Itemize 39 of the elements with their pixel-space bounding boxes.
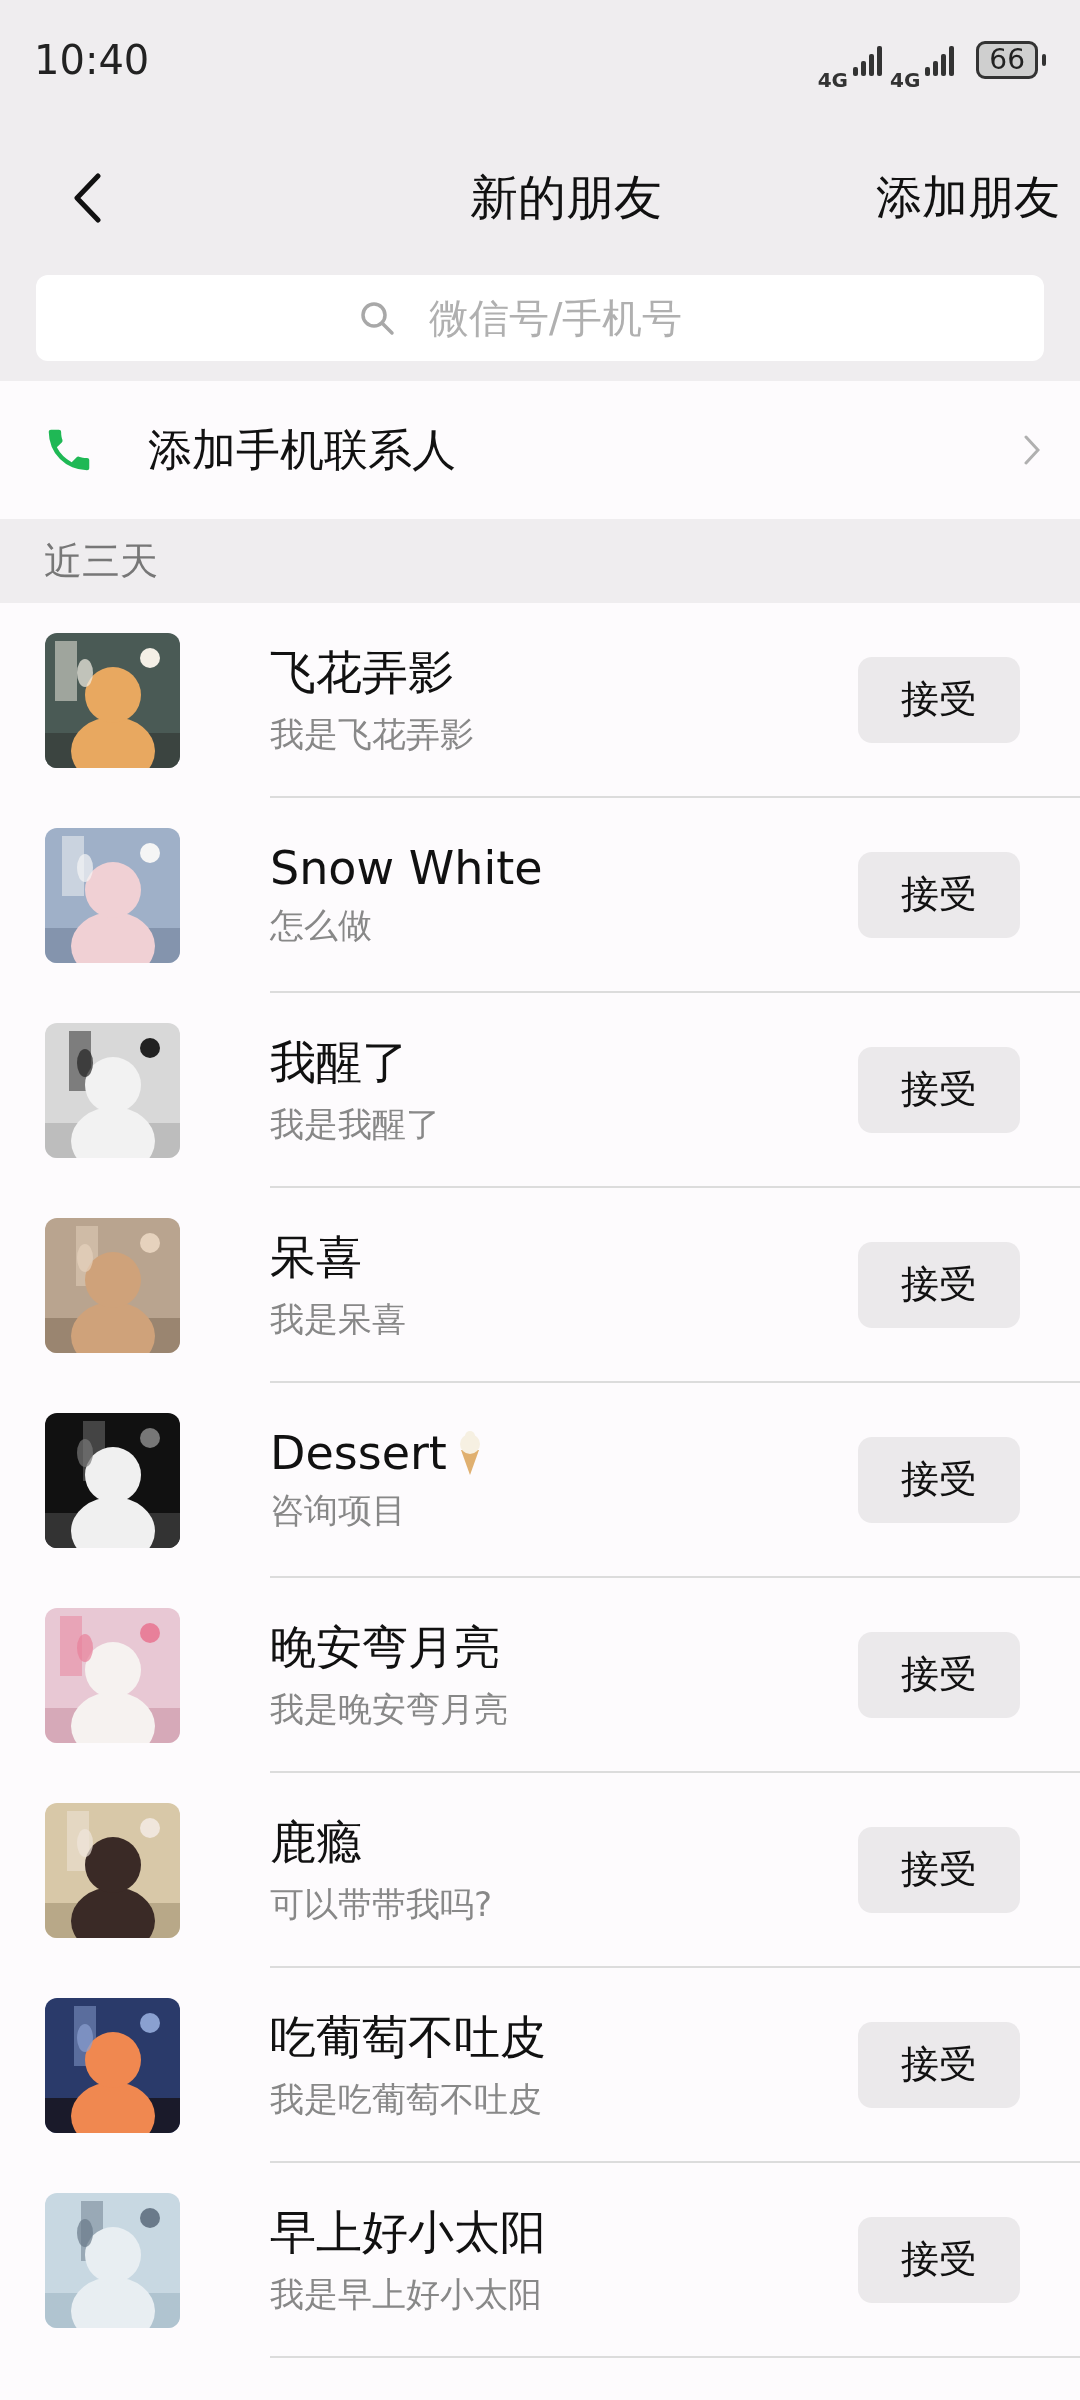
search-field[interactable]: 微信号/手机号 [36, 275, 1044, 361]
request-message: 我是飞花弄影 [270, 712, 474, 756]
back-icon[interactable] [72, 172, 102, 223]
section-title: 近三天 [44, 537, 158, 585]
accept-button[interactable]: 接受 [858, 656, 1020, 743]
contact-name: 我醒了 [270, 1033, 408, 1091]
accept-button[interactable]: 接受 [858, 1631, 1020, 1718]
contact-name: 早上好小太阳 [270, 2203, 546, 2261]
contact-name: 晚安弯月亮 [270, 1618, 500, 1676]
accept-button[interactable]: 接受 [858, 2216, 1020, 2303]
add-friend-button[interactable]: 添加朋友 [876, 166, 1060, 229]
accept-button[interactable]: 接受 [858, 851, 1020, 938]
request-message: 我是呆喜 [270, 1297, 406, 1341]
request-message: 我是我醒了 [270, 1102, 440, 1146]
accept-button[interactable]: 接受 [858, 2021, 1020, 2108]
request-message: 我是早上好小太阳 [270, 2272, 543, 2316]
contact-name: Dessert [270, 1425, 447, 1480]
contact-name: Snow White [270, 840, 543, 895]
status-time: 10:40 [34, 37, 150, 83]
add-contacts-label: 添加手机联系人 [148, 422, 456, 477]
request-message: 可以带带我吗? [270, 1882, 493, 1926]
accept-button[interactable]: 接受 [858, 1826, 1020, 1913]
chevron-icon [1024, 435, 1040, 465]
page-title: 新的朋友 [470, 167, 662, 227]
contact-name: 吃葡萄不吐皮 [270, 2008, 546, 2066]
search-icon [358, 299, 396, 337]
accept-button[interactable]: 接受 [858, 1436, 1020, 1523]
network-label: 4G [817, 68, 848, 92]
request-message: 怎么做 [270, 903, 373, 947]
contact-name: 呆喜 [270, 1228, 362, 1286]
request-message: 我是晚安弯月亮 [270, 1687, 508, 1731]
accept-button[interactable]: 接受 [858, 1046, 1020, 1133]
battery-level: 66 [976, 41, 1038, 79]
request-message: 咨询项目 [270, 1488, 407, 1532]
contact-name: 飞花弄影 [270, 643, 454, 701]
network-label: 4G [890, 68, 921, 92]
contact-name: 鹿瘾 [270, 1813, 362, 1871]
accept-button[interactable]: 接受 [858, 1241, 1020, 1328]
request-message: 我是吃葡萄不吐皮 [270, 2077, 543, 2121]
